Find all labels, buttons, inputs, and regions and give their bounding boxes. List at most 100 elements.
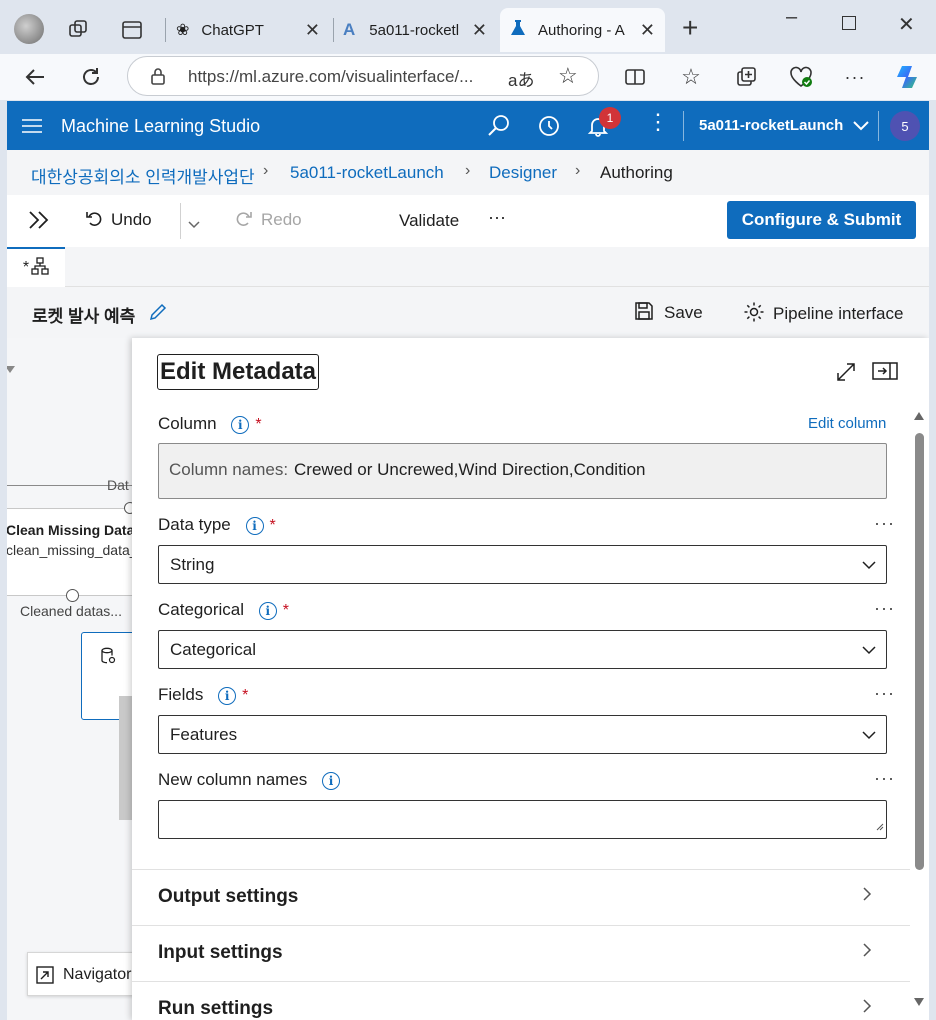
tab-authoring[interactable]: Authoring - A ✕ (500, 8, 665, 52)
new-column-names-more-icon[interactable]: ··· (874, 768, 895, 789)
favorite-star-icon[interactable]: ☆ (558, 63, 578, 89)
section-title: Run settings (158, 998, 274, 1019)
pipeline-title-row: 로켓 발사 예측 Save Pipeline interface (7, 287, 929, 338)
history-clock-icon[interactable] (537, 114, 561, 143)
node-title: Clean Missing Data (7, 522, 135, 538)
close-icon[interactable]: ✕ (640, 20, 655, 41)
scroll-down-arrow-icon[interactable] (914, 998, 924, 1006)
required-asterisk: * (269, 517, 276, 534)
navigator-button[interactable]: Navigator (27, 952, 137, 996)
copilot-icon[interactable] (892, 62, 922, 92)
fields-more-icon[interactable]: ··· (874, 683, 895, 704)
tab-label: ChatGPT (201, 21, 264, 39)
edit-pencil-icon[interactable] (148, 302, 168, 327)
undo-button[interactable]: Undo (85, 209, 152, 232)
close-window-icon[interactable]: ✕ (898, 12, 915, 37)
chevron-right-icon: › (465, 162, 471, 179)
required-asterisk: * (282, 602, 289, 619)
minimize-icon[interactable]: – (786, 6, 797, 29)
column-names-box[interactable]: Column names: Crewed or Uncrewed,Wind Di… (158, 443, 887, 499)
output-label: Cleaned datas... (20, 603, 122, 619)
info-icon[interactable]: i (218, 686, 237, 705)
data-type-more-icon[interactable]: ··· (874, 513, 895, 534)
refresh-icon[interactable] (76, 62, 106, 92)
new-column-names-input[interactable] (158, 800, 887, 839)
browser-essentials-icon[interactable] (786, 62, 816, 92)
chevron-down-icon (862, 731, 876, 740)
edit-metadata-panel: Edit Metadata Column i * Edit column Colu… (132, 338, 929, 1020)
validate-button[interactable]: Validate (399, 211, 459, 231)
chevron-right-icon (862, 886, 872, 907)
column-names-prefix: Column names: (169, 460, 289, 479)
output-settings-section[interactable]: Output settings (132, 869, 910, 925)
workspaces-icon[interactable] (66, 18, 90, 42)
data-type-dropdown[interactable]: String (158, 545, 887, 584)
scroll-up-arrow-icon[interactable] (914, 412, 924, 420)
input-settings-section[interactable]: Input settings (132, 925, 910, 981)
navigator-icon (36, 966, 54, 989)
dataset-icon (100, 647, 116, 670)
run-settings-section[interactable]: Run settings (132, 981, 910, 1020)
pipeline-graph-icon (31, 256, 49, 280)
hamburger-menu-icon[interactable] (22, 119, 42, 138)
pipeline-title: 로켓 발사 예측 (32, 307, 136, 326)
resize-grip-icon[interactable] (874, 818, 884, 836)
designer-toolbar: Undo Redo Validate ··· Configure & Submi… (7, 195, 929, 247)
pipeline-node[interactable]: Clean Missing Data clean_missing_data_ (7, 508, 137, 596)
data-type-label: Data type (158, 515, 231, 534)
tab-label: Authoring - A (538, 21, 625, 39)
redo-button[interactable]: Redo (235, 209, 302, 232)
categorical-value: Categorical (170, 640, 256, 659)
undo-dropdown-chevron-icon[interactable] (188, 216, 200, 234)
lock-icon[interactable] (150, 67, 166, 90)
close-icon[interactable]: ✕ (305, 20, 320, 41)
categorical-more-icon[interactable]: ··· (874, 598, 895, 619)
search-icon[interactable] (487, 114, 511, 143)
save-button[interactable]: Save (634, 301, 703, 326)
breadcrumb-org[interactable]: 대한상공회의소 인력개발사업단 (31, 163, 255, 188)
info-icon[interactable]: i (258, 601, 277, 620)
favorites-icon[interactable]: ☆ (676, 62, 706, 92)
info-icon[interactable]: i (322, 771, 341, 790)
more-menu-icon[interactable]: ··· (840, 62, 870, 92)
dock-panel-icon[interactable] (872, 362, 898, 385)
scrollbar-thumb[interactable] (915, 433, 924, 870)
app-name[interactable]: Machine Learning Studio (61, 116, 260, 137)
breadcrumb-workspace[interactable]: 5a011-rocketLaunch (290, 163, 444, 183)
fields-label: Fields (158, 685, 204, 704)
collapse-triangle-icon[interactable] (7, 366, 15, 373)
expand-double-chevron-icon[interactable] (27, 209, 51, 236)
url-field[interactable]: https://ml.azure.com/visualinterface/...… (127, 56, 599, 96)
maximize-icon[interactable] (842, 16, 856, 30)
toolbar-more-button[interactable]: ··· (488, 207, 506, 228)
read-aloud-icon[interactable]: aあ (508, 66, 534, 91)
output-port[interactable] (66, 589, 79, 602)
back-arrow-icon[interactable] (20, 62, 50, 92)
tab-actions-icon[interactable] (120, 18, 144, 42)
tab-chatgpt[interactable]: ❀ ChatGPT ✕ (168, 8, 330, 52)
tab-rocketlaunch[interactable]: A 5a011-rocketl ✕ (335, 8, 497, 52)
designer-canvas[interactable]: Dat Clean Missing Data clean_missing_dat… (7, 338, 137, 1020)
info-icon[interactable]: i (245, 516, 264, 535)
edit-column-link[interactable]: Edit column (808, 415, 886, 432)
categorical-dropdown[interactable]: Categorical (158, 630, 887, 669)
undo-label: Undo (111, 209, 152, 229)
profile-avatar[interactable] (14, 14, 44, 44)
breadcrumb-designer[interactable]: Designer (489, 163, 557, 183)
expand-icon[interactable] (836, 362, 856, 387)
close-icon[interactable]: ✕ (472, 20, 487, 41)
chevron-right-icon (862, 998, 872, 1019)
header-more-icon[interactable]: ⋮ (647, 111, 669, 133)
split-screen-icon[interactable] (620, 62, 650, 92)
section-title: Output settings (158, 886, 299, 907)
tab-pipeline-draft[interactable]: * (7, 247, 65, 287)
port-label: Dat (107, 477, 129, 493)
collections-icon[interactable] (731, 62, 761, 92)
avatar[interactable]: 5 (890, 111, 920, 141)
configure-submit-button[interactable]: Configure & Submit (727, 201, 916, 239)
pipeline-interface-button[interactable]: Pipeline interface (743, 301, 903, 328)
new-tab-button[interactable]: + (682, 12, 698, 44)
workspace-selector[interactable]: 5a011-rocketLaunch (699, 117, 870, 135)
fields-dropdown[interactable]: Features (158, 715, 887, 754)
info-icon[interactable]: i (231, 415, 250, 434)
